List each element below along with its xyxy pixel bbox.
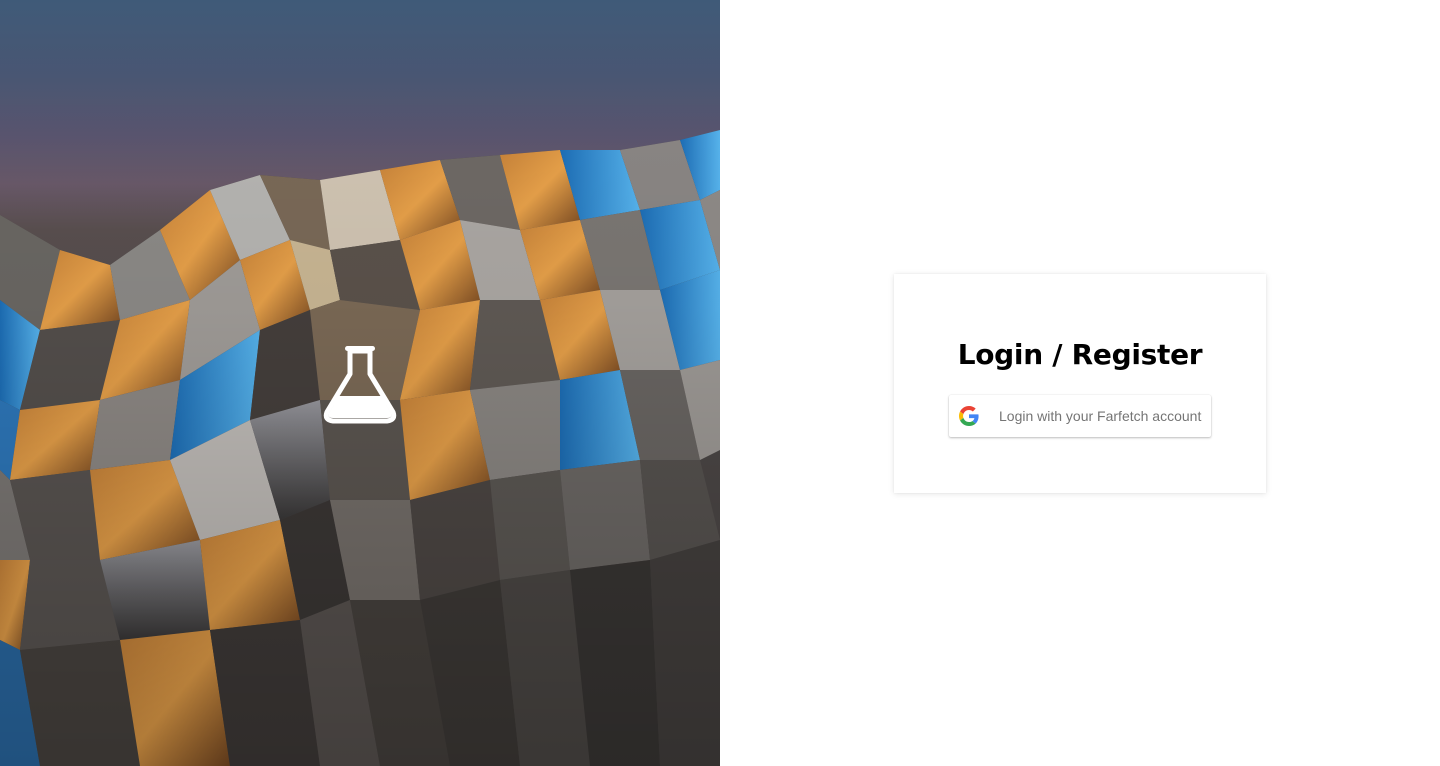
auth-panel: Login / Register Login with your Farfetc… [720,0,1440,766]
flask-icon [323,346,397,424]
login-card: Login / Register Login with your Farfetc… [894,274,1266,493]
google-g-icon [959,406,979,426]
login-page: Login / Register Login with your Farfetc… [0,0,1440,766]
login-title: Login / Register [957,338,1203,371]
google-login-label: Login with your Farfetch account [999,408,1202,424]
google-login-button[interactable]: Login with your Farfetch account [949,395,1211,437]
hero-panel [0,0,720,766]
